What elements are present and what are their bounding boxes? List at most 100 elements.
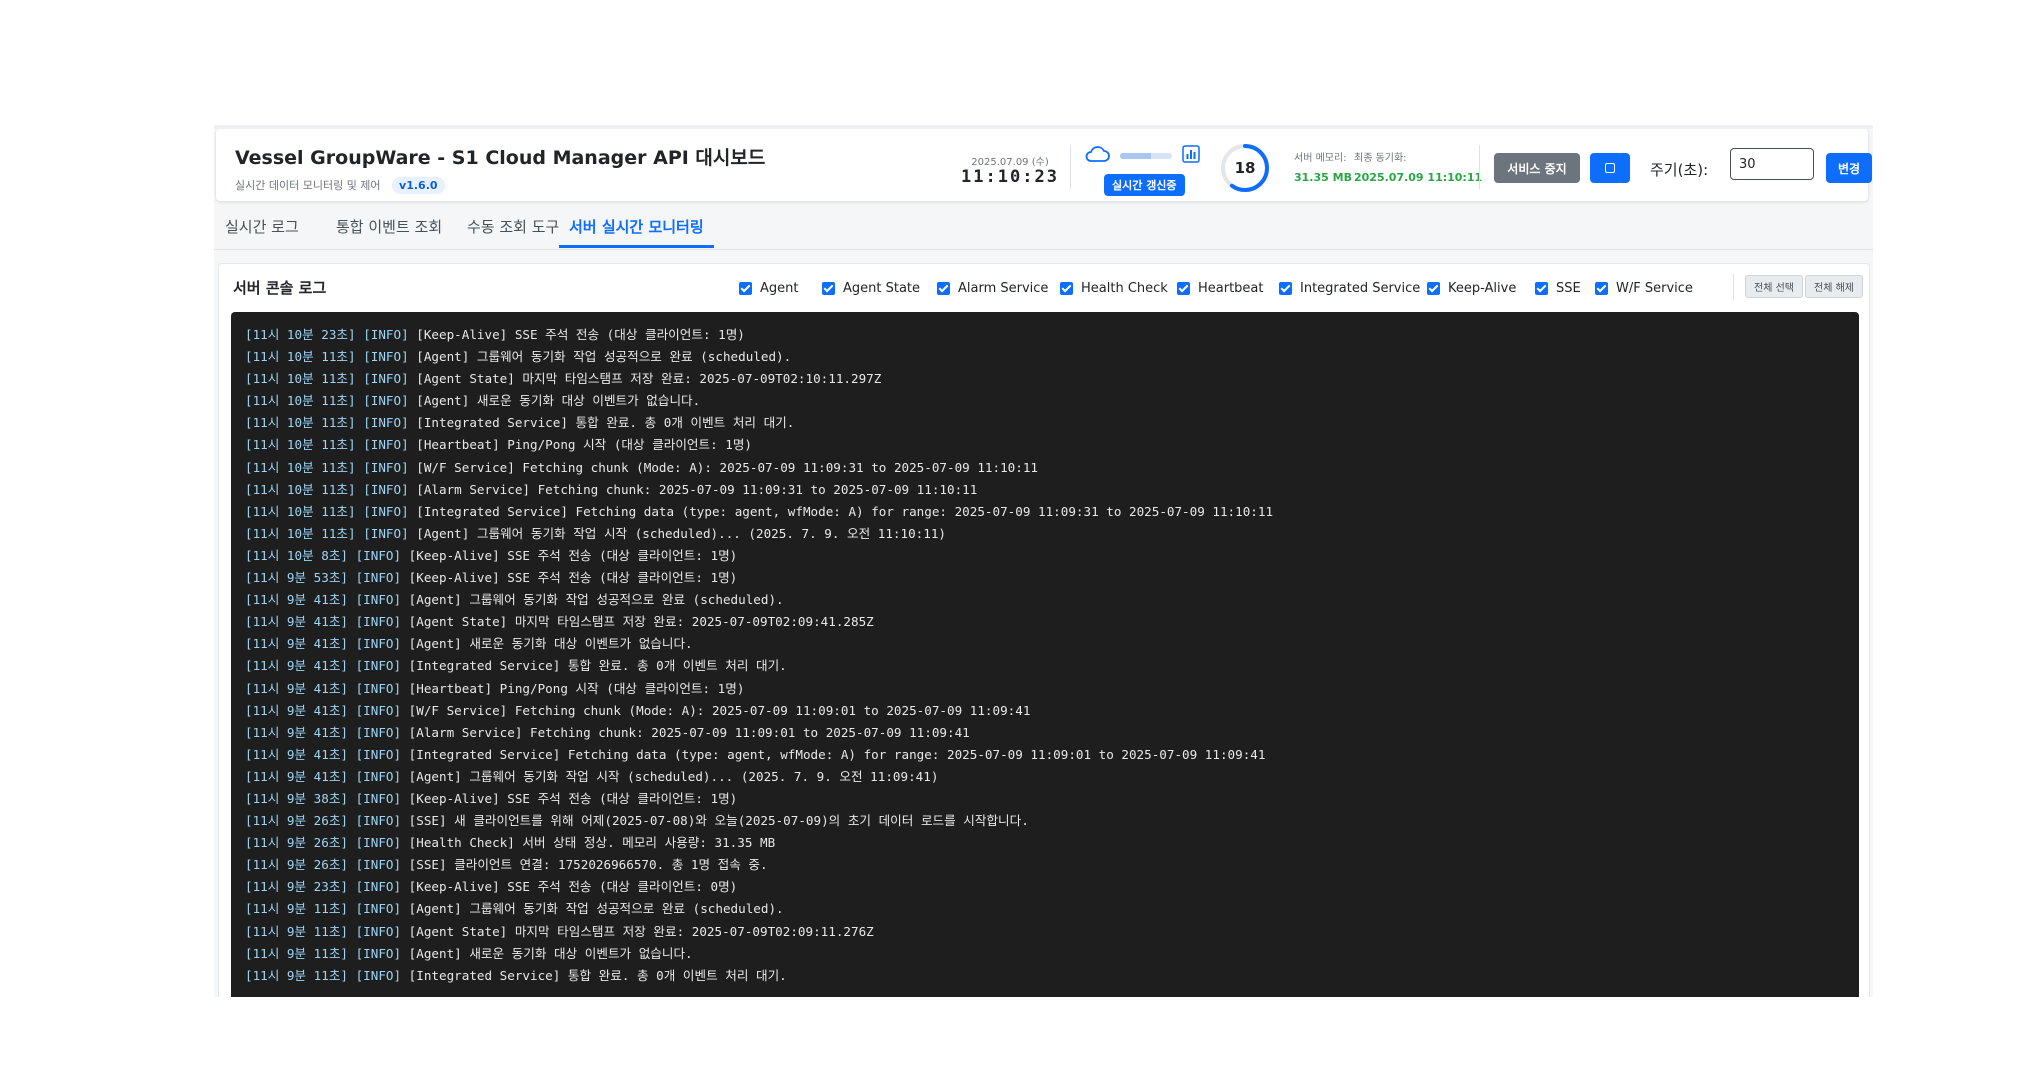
- save-icon-button[interactable]: [1590, 153, 1630, 183]
- log-message: [Agent] 새로운 동기화 대상 이벤트가 없습니다.: [401, 945, 693, 961]
- checkbox-checked[interactable]: [1427, 281, 1440, 295]
- log-timestamp: [11시 9분 41초]: [245, 746, 348, 762]
- log-line: [11시 9분 11초] [INFO] [Integrated Service]…: [245, 965, 1845, 987]
- clock-time: 11:10:23: [961, 167, 1059, 187]
- log-line: [11시 10분 11초] [INFO] [Agent] 그룹웨어 동기화 작업…: [245, 523, 1845, 545]
- log-timestamp: [11시 10분 11초]: [245, 481, 356, 497]
- header-bar: Vessel GroupWare - S1 Cloud Manager API …: [216, 129, 1872, 201]
- log-line: [11시 10분 11초] [INFO] [Integrated Service…: [245, 501, 1845, 523]
- log-message: [Agent State] 마지막 타임스탬프 저장 완료: 2025-07-0…: [408, 371, 882, 387]
- log-message: [Agent State] 마지막 타임스탬프 저장 완료: 2025-07-0…: [401, 614, 874, 630]
- log-level: [INFO]: [363, 371, 409, 387]
- tab-manual-query[interactable]: 수동 조회 도구: [457, 211, 569, 245]
- server-console-panel: 서버 콘솔 로그 Agent Agent State Alarm Service…: [218, 263, 1870, 997]
- log-message: [Agent State] 마지막 타임스탬프 저장 완료: 2025-07-0…: [401, 923, 874, 939]
- server-memory-label: 서버 메모리:: [1294, 153, 1347, 164]
- log-timestamp: [11시 9분 41초]: [245, 614, 348, 630]
- clock-date: 2025.07.09 (수): [971, 157, 1049, 168]
- log-line: [11시 10분 11초] [INFO] [Alarm Service] Fet…: [245, 479, 1845, 501]
- save-icon: [1605, 163, 1615, 173]
- log-message: [Agent] 그룹웨어 동기화 작업 시작 (scheduled)... (2…: [408, 525, 946, 541]
- period-label: 주기(초):: [1650, 161, 1709, 179]
- log-timestamp: [11시 9분 26초]: [245, 813, 348, 829]
- refresh-progress-fill: [1120, 153, 1152, 159]
- last-sync-value: 2025.07.09 11:10:11: [1354, 171, 1483, 184]
- log-message: [W/F Service] Fetching chunk (Mode: A): …: [401, 702, 1031, 718]
- panel-title: 서버 콘솔 로그: [233, 279, 327, 297]
- checkbox-checked[interactable]: [937, 281, 950, 295]
- log-line: [11시 10분 8초] [INFO] [Keep-Alive] SSE 주석 …: [245, 545, 1845, 567]
- log-line: [11시 9분 11초] [INFO] [Agent State] 마지막 타임…: [245, 921, 1845, 943]
- log-level: [INFO]: [355, 790, 402, 806]
- log-level: [INFO]: [363, 415, 409, 431]
- checkbox-checked[interactable]: [1177, 281, 1190, 295]
- tab-bar: 실시간 로그 통합 이벤트 조회 수동 조회 도구 서버 실시간 모니터링: [214, 211, 1873, 250]
- log-level: [INFO]: [355, 636, 402, 652]
- log-message: [Agent] 그룹웨어 동기화 작업 시작 (scheduled)... (2…: [401, 768, 939, 784]
- console-log-output[interactable]: [11시 10분 23초] [INFO] [Keep-Alive] SSE 주석…: [231, 312, 1859, 997]
- filter-health-check[interactable]: Health Check: [1060, 280, 1168, 296]
- log-line: [11시 9분 11초] [INFO] [Agent] 새로운 동기화 대상 이…: [245, 943, 1845, 965]
- log-line: [11시 9분 41초] [INFO] [W/F Service] Fetchi…: [245, 700, 1845, 722]
- change-period-button[interactable]: 변경: [1826, 153, 1872, 183]
- filter-wf-service[interactable]: W/F Service: [1595, 280, 1693, 296]
- live-status-badge: 실시간 갱신중: [1104, 174, 1185, 196]
- filter-heartbeat[interactable]: Heartbeat: [1177, 280, 1264, 296]
- log-timestamp: [11시 9분 41초]: [245, 680, 348, 696]
- refresh-progress-bar: [1120, 153, 1172, 159]
- log-line: [11시 10분 11초] [INFO] [Agent] 새로운 동기화 대상 …: [245, 390, 1845, 412]
- log-message: [Keep-Alive] SSE 주석 전송 (대상 클라이언트: 1명): [401, 790, 738, 806]
- tab-integrated-events[interactable]: 통합 이벤트 조회: [326, 211, 452, 245]
- log-level: [INFO]: [355, 967, 402, 983]
- tab-realtime-log[interactable]: 실시간 로그: [215, 211, 309, 245]
- log-message: [Keep-Alive] SSE 주석 전송 (대상 클라이언트: 0명): [401, 879, 738, 895]
- log-line: [11시 10분 11초] [INFO] [Agent State] 마지막 타…: [245, 368, 1845, 390]
- log-line: [11시 9분 41초] [INFO] [Alarm Service] Fetc…: [245, 722, 1845, 744]
- log-message: [Health Check] 서버 상태 정상. 메모리 사용량: 31.35 …: [401, 835, 776, 851]
- checkbox-checked[interactable]: [1060, 281, 1073, 295]
- log-message: [SSE] 클라이언트 연결: 1752026966570. 총 1명 접속 중…: [401, 857, 768, 873]
- log-message: [Integrated Service] Fetching data (type…: [408, 503, 1274, 519]
- log-line: [11시 9분 53초] [INFO] [Keep-Alive] SSE 주석 …: [245, 567, 1845, 589]
- log-line: [11시 9분 41초] [INFO] [Agent] 그룹웨어 동기화 작업 …: [245, 766, 1845, 788]
- log-level: [INFO]: [355, 702, 402, 718]
- log-level: [INFO]: [355, 614, 402, 630]
- log-level: [INFO]: [355, 923, 402, 939]
- log-message: [Agent] 새로운 동기화 대상 이벤트가 없습니다.: [408, 393, 701, 409]
- log-message: [Heartbeat] Ping/Pong 시작 (대상 클라이언트: 1명): [408, 437, 753, 453]
- filter-agent[interactable]: Agent: [739, 280, 798, 296]
- log-timestamp: [11시 10분 11초]: [245, 503, 356, 519]
- select-all-button[interactable]: 전체 선택: [1745, 275, 1803, 298]
- filter-agent-state[interactable]: Agent State: [822, 280, 920, 296]
- filter-integrated-service[interactable]: Integrated Service: [1279, 280, 1420, 296]
- period-input[interactable]: [1730, 148, 1814, 180]
- checkbox-checked[interactable]: [1595, 281, 1608, 295]
- log-level: [INFO]: [355, 835, 402, 851]
- checkbox-checked[interactable]: [1535, 281, 1548, 295]
- checkbox-checked[interactable]: [1279, 281, 1292, 295]
- log-line: [11시 9분 26초] [INFO] [SSE] 클라이언트 연결: 1752…: [245, 854, 1845, 876]
- filter-alarm-service[interactable]: Alarm Service: [937, 280, 1048, 296]
- log-level: [INFO]: [363, 327, 409, 342]
- checkbox-checked[interactable]: [739, 281, 752, 295]
- log-level: [INFO]: [355, 857, 402, 873]
- tab-server-monitoring[interactable]: 서버 실시간 모니터링: [559, 211, 714, 248]
- bar-chart-icon[interactable]: [1182, 145, 1200, 163]
- stop-service-button[interactable]: 서비스 중지: [1494, 153, 1580, 183]
- subtitle-text: 실시간 데이터 모니터링 및 제어: [235, 179, 381, 192]
- log-message: [Keep-Alive] SSE 주석 전송 (대상 클라이언트: 1명): [401, 547, 738, 563]
- log-message: [Alarm Service] Fetching chunk: 2025-07-…: [401, 724, 970, 740]
- log-message: [Integrated Service] 통합 완료. 총 0개 이벤트 처리 …: [401, 658, 787, 674]
- log-message: [SSE] 새 클라이언트를 위해 어제(2025-07-08)와 오늘(202…: [401, 813, 1029, 829]
- filter-sse[interactable]: SSE: [1535, 280, 1581, 296]
- log-level: [INFO]: [355, 570, 402, 586]
- filter-divider: [1733, 274, 1734, 300]
- checkbox-checked[interactable]: [822, 281, 835, 295]
- page-subtitle: 실시간 데이터 모니터링 및 제어 v1.6.0: [235, 177, 445, 194]
- deselect-all-button[interactable]: 전체 해제: [1805, 275, 1863, 298]
- filter-keep-alive[interactable]: Keep-Alive: [1427, 280, 1516, 296]
- log-level: [INFO]: [363, 481, 409, 497]
- log-line: [11시 10분 23초] [INFO] [Keep-Alive] SSE 주석…: [245, 324, 1845, 346]
- log-timestamp: [11시 9분 23초]: [245, 879, 348, 895]
- log-timestamp: [11시 10분 11초]: [245, 415, 356, 431]
